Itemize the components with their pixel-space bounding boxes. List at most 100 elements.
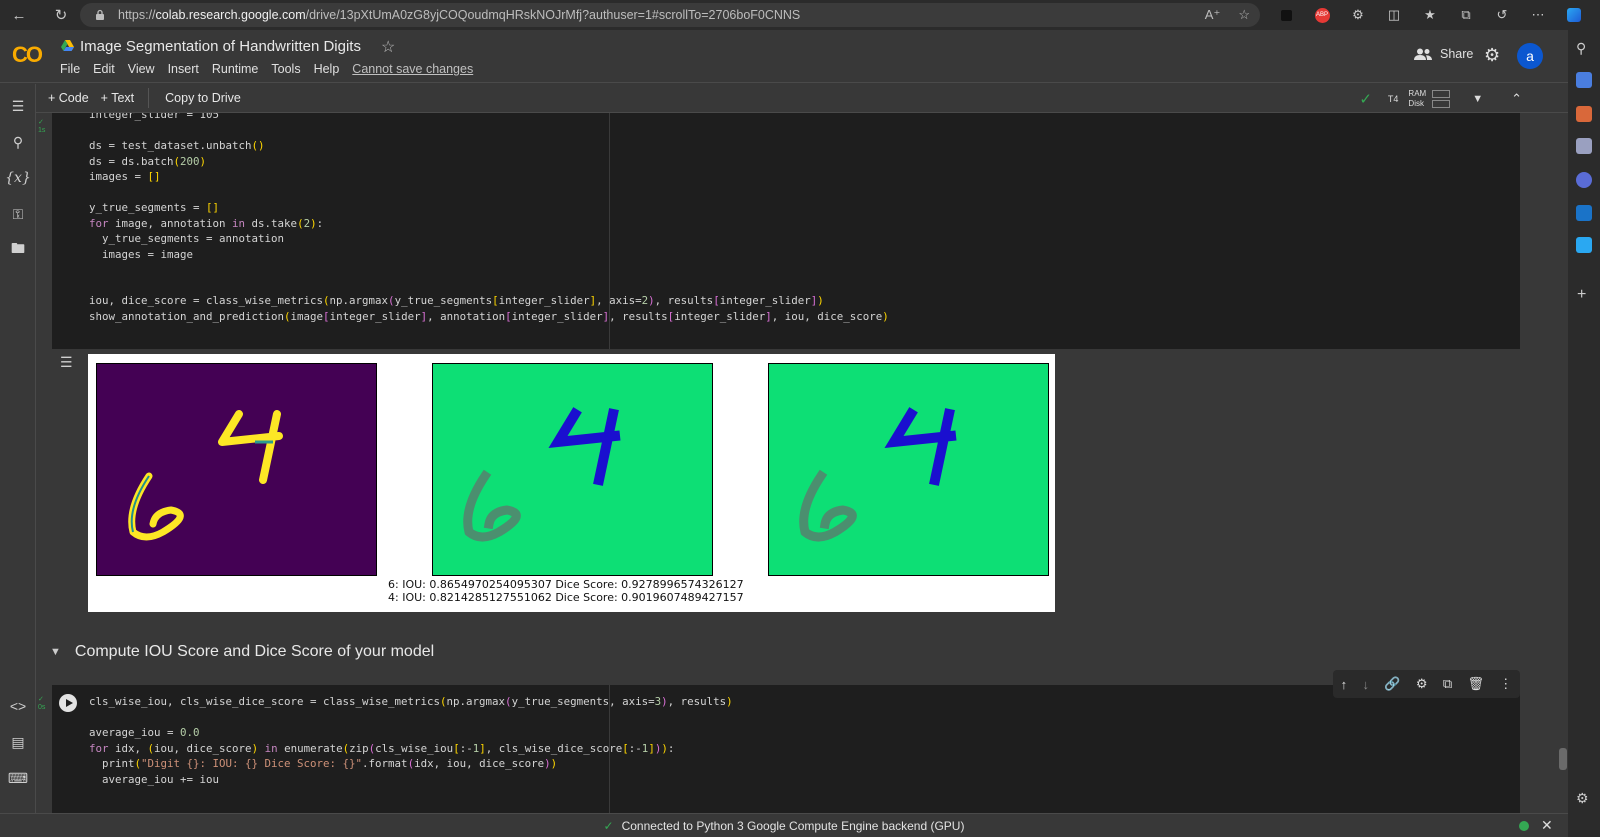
metric-line-digit6: 6: IOU: 0.8654970254095307 Dice Score: 0…	[388, 578, 744, 591]
extension-icon[interactable]	[1275, 4, 1297, 26]
connected-check-icon: ✓	[1359, 90, 1372, 108]
move-up-icon[interactable]: ↑	[1341, 677, 1348, 692]
close-icon[interactable]: ✕	[1541, 817, 1553, 834]
add-text-button[interactable]: + Text	[101, 91, 134, 105]
table-of-contents-icon[interactable]: ☰	[8, 96, 28, 116]
annotation-mask	[432, 363, 713, 576]
sidebar-outlook-icon[interactable]	[1576, 205, 1592, 221]
prediction-mask	[768, 363, 1049, 576]
refresh-icon[interactable]: ↻	[46, 0, 76, 30]
browser-sidebar: ⚲ + ⚙	[1568, 30, 1600, 837]
secrets-key-icon[interactable]: ⚿	[8, 204, 28, 224]
delete-icon[interactable]: 🗑	[1467, 676, 1484, 692]
menu-bar: File Edit View Insert Runtime Tools Help…	[60, 62, 486, 76]
input-image	[96, 363, 377, 576]
url-domain: colab.research.google.com	[155, 8, 306, 22]
runtime-type[interactable]: T4	[1388, 94, 1399, 104]
status-text[interactable]: Connected to Python 3 Google Compute Eng…	[622, 819, 965, 833]
menu-view[interactable]: View	[128, 62, 155, 76]
code-cell[interactable]: cls_wise_iou, cls_wise_dice_score = clas…	[52, 685, 1520, 813]
chevron-down-icon[interactable]: ▼	[50, 646, 61, 658]
disk-bar	[1432, 99, 1451, 108]
read-aloud-icon[interactable]: A⁺	[1205, 7, 1221, 23]
status-check-icon: ✓	[603, 818, 614, 833]
metric-line-digit4: 4: IOU: 0.8214285127551062 Dice Score: 0…	[388, 591, 744, 604]
star-icon[interactable]: ☆	[381, 37, 395, 57]
share-label: Share	[1440, 47, 1474, 61]
sidebar-settings-icon[interactable]: ⚙	[1576, 790, 1589, 807]
menu-tools[interactable]: Tools	[271, 62, 300, 76]
ram-bar	[1432, 89, 1451, 98]
files-folder-icon[interactable]: 🖿	[8, 240, 28, 260]
favorite-star-icon[interactable]: ☆	[1238, 7, 1250, 23]
code-line: iou, dice_score = class_wise_metrics(np.…	[89, 294, 824, 307]
resource-bars[interactable]	[1432, 89, 1451, 108]
code-cell[interactable]: integer_slider = 105 ds = test_dataset.u…	[52, 113, 1520, 349]
notebook-title[interactable]: Image Segmentation of Handwritten Digits	[80, 38, 361, 55]
back-icon[interactable]: ←	[4, 0, 34, 30]
split-screen-icon[interactable]: ◫	[1383, 4, 1405, 26]
code-line: ds = ds.batch(200)	[89, 154, 207, 168]
avatar[interactable]: a	[1517, 43, 1543, 69]
cell-settings-icon[interactable]: ⚙	[1416, 676, 1428, 692]
lock-icon	[96, 9, 104, 20]
menu-help[interactable]: Help	[314, 62, 340, 76]
variables-icon[interactable]: {x}	[5, 168, 31, 188]
link-icon[interactable]: 🔗	[1384, 676, 1400, 692]
favorites-icon[interactable]: ★	[1419, 4, 1441, 26]
copy-to-drive-button[interactable]: Copy to Drive	[165, 91, 241, 105]
share-button[interactable]: Share	[1414, 47, 1473, 61]
adblock-icon[interactable]: ABP	[1311, 4, 1333, 26]
search-icon[interactable]: ⚲	[8, 132, 28, 152]
colab-logo[interactable]: CO	[12, 42, 43, 68]
code-snippets-icon[interactable]: <>	[8, 696, 28, 716]
disk-label: Disk	[1408, 98, 1424, 108]
status-bar: ✓ Connected to Python 3 Google Compute E…	[0, 813, 1568, 837]
copilot-icon[interactable]	[1563, 4, 1585, 26]
cell-toolbar: ↑ ↓ 🔗 ⚙ ⧉ 🗑 ⋮	[1333, 670, 1520, 698]
code-line: cls_wise_iou, cls_wise_dice_score = clas…	[89, 695, 733, 708]
more-vert-icon[interactable]: ⋮	[1499, 676, 1512, 692]
code-line: integer_slider = 105	[89, 113, 220, 121]
collections-icon[interactable]: ⧉	[1455, 4, 1477, 26]
address-bar[interactable]: https://colab.research.google.com/drive/…	[80, 3, 1260, 27]
section-heading[interactable]: ▼ Compute IOU Score and Dice Score of yo…	[50, 643, 434, 661]
cell2-exec-status: ✓ 0s	[38, 696, 46, 711]
history-icon[interactable]: ↺	[1491, 4, 1513, 26]
cannot-save-warning[interactable]: Cannot save changes	[352, 62, 473, 76]
collapse-header-icon[interactable]: ⌃	[1511, 91, 1522, 107]
runtime-dropdown-icon[interactable]: ▼	[1472, 93, 1483, 105]
terminal-icon[interactable]: ⌨	[8, 768, 28, 788]
menu-edit[interactable]: Edit	[93, 62, 115, 76]
menu-insert[interactable]: Insert	[168, 62, 199, 76]
code-line: for idx, (iou, dice_score) in enumerate(…	[89, 741, 675, 755]
code-line: show_annotation_and_prediction(image[int…	[89, 309, 889, 323]
code-line: for image, annotation in ds.take(2):	[89, 216, 324, 230]
code-line: y_true_segments = annotation	[89, 232, 285, 245]
mirror-cell-icon[interactable]: ⧉	[1443, 676, 1452, 692]
resources-labels[interactable]: RAM Disk	[1408, 89, 1426, 109]
more-options-icon[interactable]: ⋯	[1527, 4, 1549, 26]
output-actions-icon[interactable]: ☰	[60, 354, 73, 371]
settings-gear-icon[interactable]: ⚙	[1484, 45, 1500, 66]
sidebar-tag-icon[interactable]	[1576, 72, 1592, 88]
menu-runtime[interactable]: Runtime	[212, 62, 259, 76]
mask-svg	[463, 407, 621, 542]
move-down-icon[interactable]: ↓	[1362, 677, 1369, 692]
colab-header: CO Image Segmentation of Handwritten Dig…	[0, 30, 1568, 83]
sidebar-search-icon[interactable]: ⚲	[1576, 40, 1586, 57]
cell2-run-button[interactable]	[59, 694, 77, 712]
add-code-button[interactable]: + Code	[48, 91, 89, 105]
command-palette-icon[interactable]: ▤	[8, 732, 28, 752]
sidebar-games-icon[interactable]	[1576, 138, 1592, 154]
sidebar-shopping-icon[interactable]	[1576, 106, 1592, 122]
people-icon	[1414, 48, 1432, 60]
metrics-text: 6: IOU: 0.8654970254095307 Dice Score: 0…	[388, 578, 744, 604]
sidebar-add-icon[interactable]: +	[1577, 286, 1586, 304]
cell1-exec-status: ✓ 1s	[38, 119, 46, 134]
menu-file[interactable]: File	[60, 62, 80, 76]
extensions-puzzle-icon[interactable]: ⚙	[1347, 4, 1369, 26]
sidebar-copilot-icon[interactable]	[1576, 172, 1592, 188]
scrollbar-thumb[interactable]	[1559, 748, 1567, 770]
sidebar-send-icon[interactable]	[1576, 237, 1592, 253]
